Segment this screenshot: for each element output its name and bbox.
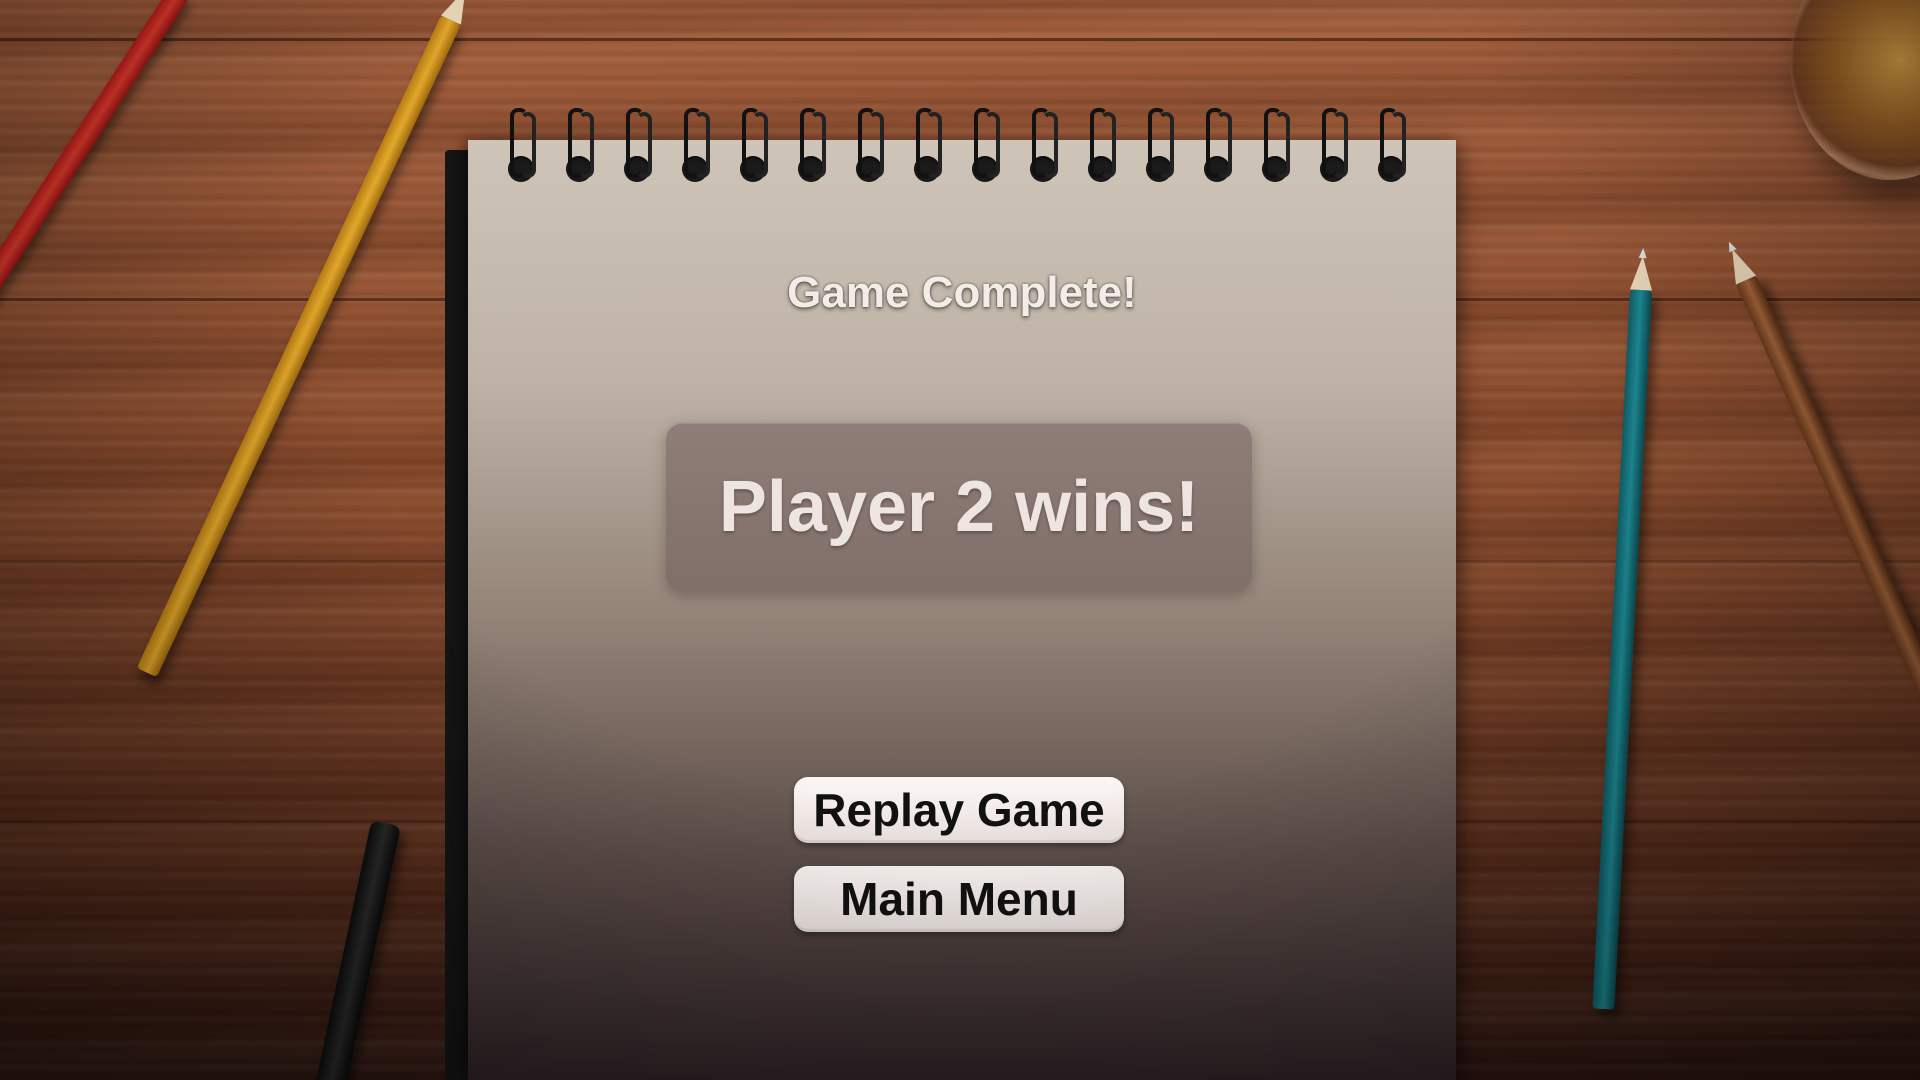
glass-decoration xyxy=(1790,0,1920,180)
binding-ring xyxy=(1200,108,1234,188)
binding-ring xyxy=(794,108,828,188)
binding-ring xyxy=(852,108,886,188)
teal-pencil-decoration xyxy=(1592,247,1654,1010)
replay-game-button[interactable]: Replay Game xyxy=(794,777,1124,843)
winner-text: Player 2 wins! xyxy=(718,467,1200,547)
red-pencil-decoration xyxy=(0,0,191,542)
binding-ring xyxy=(504,108,538,188)
game-over-screen: Game Complete! Player 2 wins! Replay Gam… xyxy=(0,0,1920,1080)
black-pen-decoration xyxy=(309,820,401,1080)
binding-ring xyxy=(562,108,596,188)
binding-ring xyxy=(1374,108,1408,188)
wood-grain-line xyxy=(0,38,1920,41)
binding-ring xyxy=(1142,108,1176,188)
main-menu-button[interactable]: Main Menu xyxy=(794,866,1124,932)
binding-ring xyxy=(1258,108,1292,188)
binding-ring xyxy=(968,108,1002,188)
binding-ring xyxy=(678,108,712,188)
binding-ring xyxy=(1026,108,1060,188)
spiral-binding-icon xyxy=(504,108,1434,198)
binding-ring xyxy=(620,108,654,188)
binding-ring xyxy=(736,108,770,188)
winner-panel: Player 2 wins! xyxy=(666,423,1252,591)
binding-ring xyxy=(1316,108,1350,188)
yellow-pencil-decoration xyxy=(136,0,476,678)
brown-pencil-decoration xyxy=(1722,240,1920,760)
game-complete-title: Game Complete! xyxy=(787,268,1137,317)
binding-ring xyxy=(910,108,944,188)
binding-ring xyxy=(1084,108,1118,188)
